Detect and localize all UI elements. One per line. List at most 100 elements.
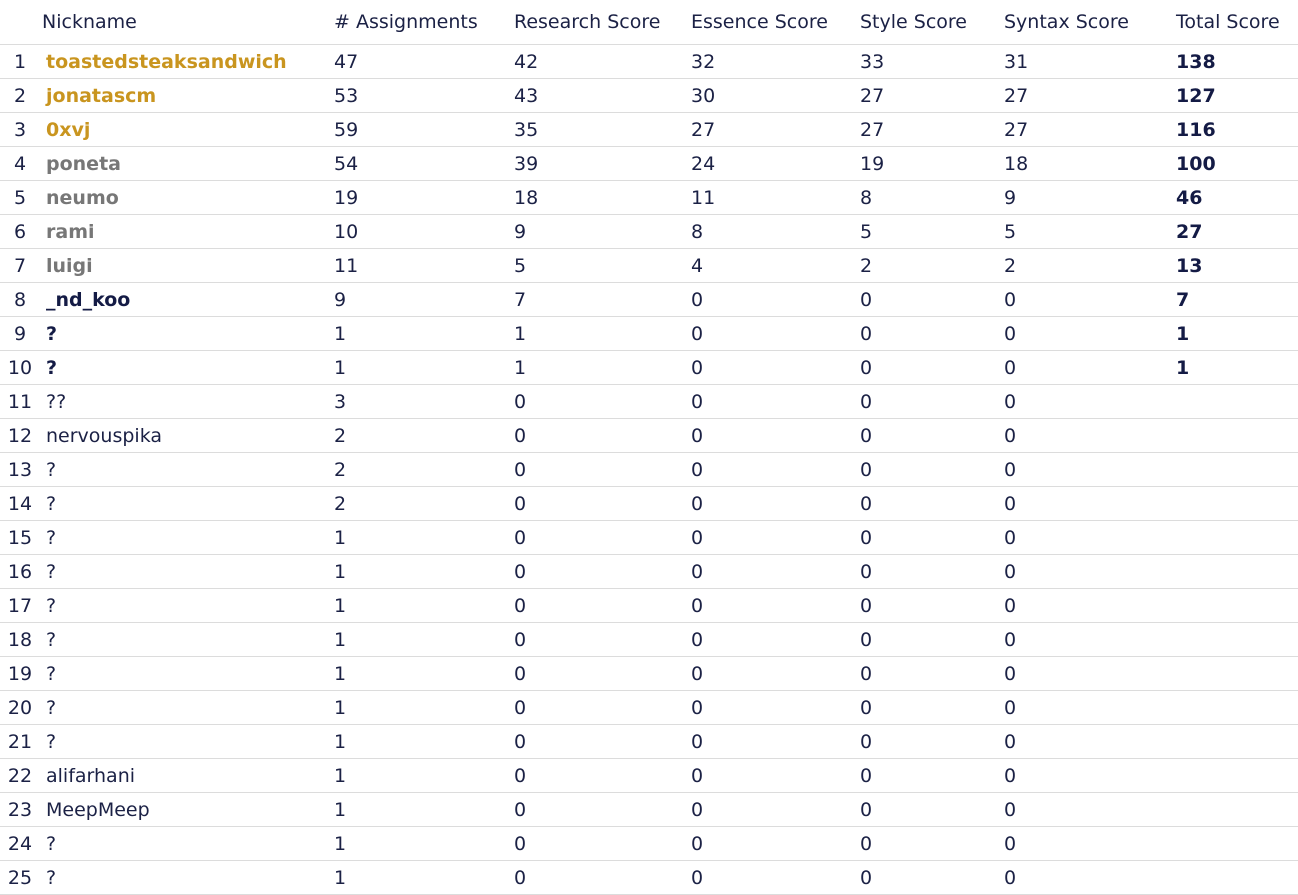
research-score-cell: 9 [514, 214, 691, 249]
header-total-score[interactable]: Total Score [1176, 0, 1298, 45]
table-row: 25? 1 0 0 0 0 [0, 860, 1298, 895]
nickname-cell[interactable]: ? [40, 622, 334, 657]
total-score-cell: 7 [1176, 282, 1298, 317]
header-essence-score[interactable]: Essence Score [691, 0, 860, 45]
syntax-score-cell: 9 [1004, 180, 1176, 215]
header-research-score[interactable]: Research Score [514, 0, 691, 45]
nickname-cell[interactable]: ? [40, 656, 334, 691]
nickname-cell[interactable]: ?? [40, 384, 334, 419]
essence-score-cell: 0 [691, 316, 860, 351]
assignments-cell: 1 [334, 622, 514, 657]
research-score-cell: 0 [514, 690, 691, 725]
research-score-cell: 1 [514, 316, 691, 351]
assignments-cell: 53 [334, 78, 514, 113]
syntax-score-cell: 18 [1004, 146, 1176, 181]
nickname-cell[interactable]: luigi [40, 248, 334, 283]
table-row: 4 poneta 54 39 24 19 18 100 [0, 146, 1298, 181]
essence-score-cell: 0 [691, 384, 860, 419]
table-body: 1 toastedsteaksandwich 47 42 32 33 31 138 2 jonat… [0, 44, 1298, 895]
research-score-cell: 18 [514, 180, 691, 215]
nickname-cell[interactable]: ? [40, 554, 334, 589]
assignments-cell: 1 [334, 792, 514, 827]
syntax-score-cell: 5 [1004, 214, 1176, 249]
table-row: 22 alifarhani 1 0 0 0 0 [0, 758, 1298, 793]
total-score-cell: 46 [1176, 180, 1298, 215]
style-score-cell: 27 [860, 112, 1004, 147]
total-score-cell: 1 [1176, 350, 1298, 385]
total-score-cell [1176, 588, 1298, 623]
nickname-cell[interactable]: nervouspika [40, 418, 334, 453]
rank-cell: 23 [0, 792, 40, 827]
nickname-cell[interactable]: _nd_koo [40, 282, 334, 317]
nickname-cell[interactable]: neumo [40, 180, 334, 215]
total-score-cell [1176, 486, 1298, 521]
essence-score-cell: 0 [691, 826, 860, 861]
nickname-cell[interactable]: ? [40, 350, 334, 385]
nickname-cell[interactable]: ? [40, 724, 334, 759]
table-row: 11?? 3 0 0 0 0 [0, 384, 1298, 419]
total-score-cell [1176, 656, 1298, 691]
rank-cell: 6 [0, 214, 40, 249]
header-syntax-score[interactable]: Syntax Score [1004, 0, 1176, 45]
header-style-score[interactable]: Style Score [860, 0, 1004, 45]
table-row: 8 _nd_koo 9 7 0 0 0 7 [0, 282, 1298, 317]
research-score-cell: 0 [514, 860, 691, 895]
rank-cell: 8 [0, 282, 40, 317]
table-row: 12 nervouspika 2 0 0 0 0 [0, 418, 1298, 453]
nickname-cell[interactable]: ? [40, 316, 334, 351]
header-nickname[interactable]: Nickname [40, 0, 334, 45]
essence-score-cell: 0 [691, 792, 860, 827]
total-score-cell [1176, 418, 1298, 453]
essence-score-cell: 0 [691, 554, 860, 589]
total-score-cell [1176, 792, 1298, 827]
style-score-cell: 0 [860, 622, 1004, 657]
nickname-cell[interactable]: ? [40, 486, 334, 521]
assignments-cell: 1 [334, 520, 514, 555]
header-assignments[interactable]: # Assignments [334, 0, 514, 45]
nickname-cell[interactable]: 0xvj [40, 112, 334, 147]
nickname-cell[interactable]: MeepMeep [40, 792, 334, 827]
rank-cell: 11 [0, 384, 40, 419]
research-score-cell: 0 [514, 724, 691, 759]
style-score-cell: 0 [860, 486, 1004, 521]
nickname-cell[interactable]: ? [40, 690, 334, 725]
nickname-cell[interactable]: alifarhani [40, 758, 334, 793]
nickname-cell[interactable]: rami [40, 214, 334, 249]
rank-cell: 4 [0, 146, 40, 181]
nickname-cell[interactable]: ? [40, 520, 334, 555]
essence-score-cell: 0 [691, 690, 860, 725]
total-score-cell [1176, 520, 1298, 555]
table-row: 1 toastedsteaksandwich 47 42 32 33 31 138 [0, 44, 1298, 79]
nickname-cell[interactable]: ? [40, 860, 334, 895]
nickname-cell[interactable]: ? [40, 826, 334, 861]
rank-cell: 3 [0, 112, 40, 147]
nickname-cell[interactable]: poneta [40, 146, 334, 181]
rank-cell: 25 [0, 860, 40, 895]
essence-score-cell: 0 [691, 588, 860, 623]
total-score-cell: 27 [1176, 214, 1298, 249]
total-score-cell: 100 [1176, 146, 1298, 181]
style-score-cell: 0 [860, 826, 1004, 861]
assignments-cell: 2 [334, 452, 514, 487]
research-score-cell: 0 [514, 554, 691, 589]
nickname-cell[interactable]: jonatascm [40, 78, 334, 113]
rank-cell: 24 [0, 826, 40, 861]
nickname-cell[interactable]: toastedsteaksandwich [40, 44, 334, 79]
style-score-cell: 5 [860, 214, 1004, 249]
table-row: 9? 1 1 0 0 0 1 [0, 316, 1298, 351]
nickname-cell[interactable]: ? [40, 588, 334, 623]
table-row: 10? 1 1 0 0 0 1 [0, 350, 1298, 385]
essence-score-cell: 0 [691, 656, 860, 691]
research-score-cell: 43 [514, 78, 691, 113]
nickname-cell[interactable]: ? [40, 452, 334, 487]
essence-score-cell: 0 [691, 860, 860, 895]
syntax-score-cell: 0 [1004, 350, 1176, 385]
style-score-cell: 0 [860, 418, 1004, 453]
total-score-cell [1176, 622, 1298, 657]
rank-cell: 19 [0, 656, 40, 691]
essence-score-cell: 0 [691, 758, 860, 793]
total-score-cell: 127 [1176, 78, 1298, 113]
essence-score-cell: 0 [691, 520, 860, 555]
style-score-cell: 0 [860, 758, 1004, 793]
rank-cell: 2 [0, 78, 40, 113]
